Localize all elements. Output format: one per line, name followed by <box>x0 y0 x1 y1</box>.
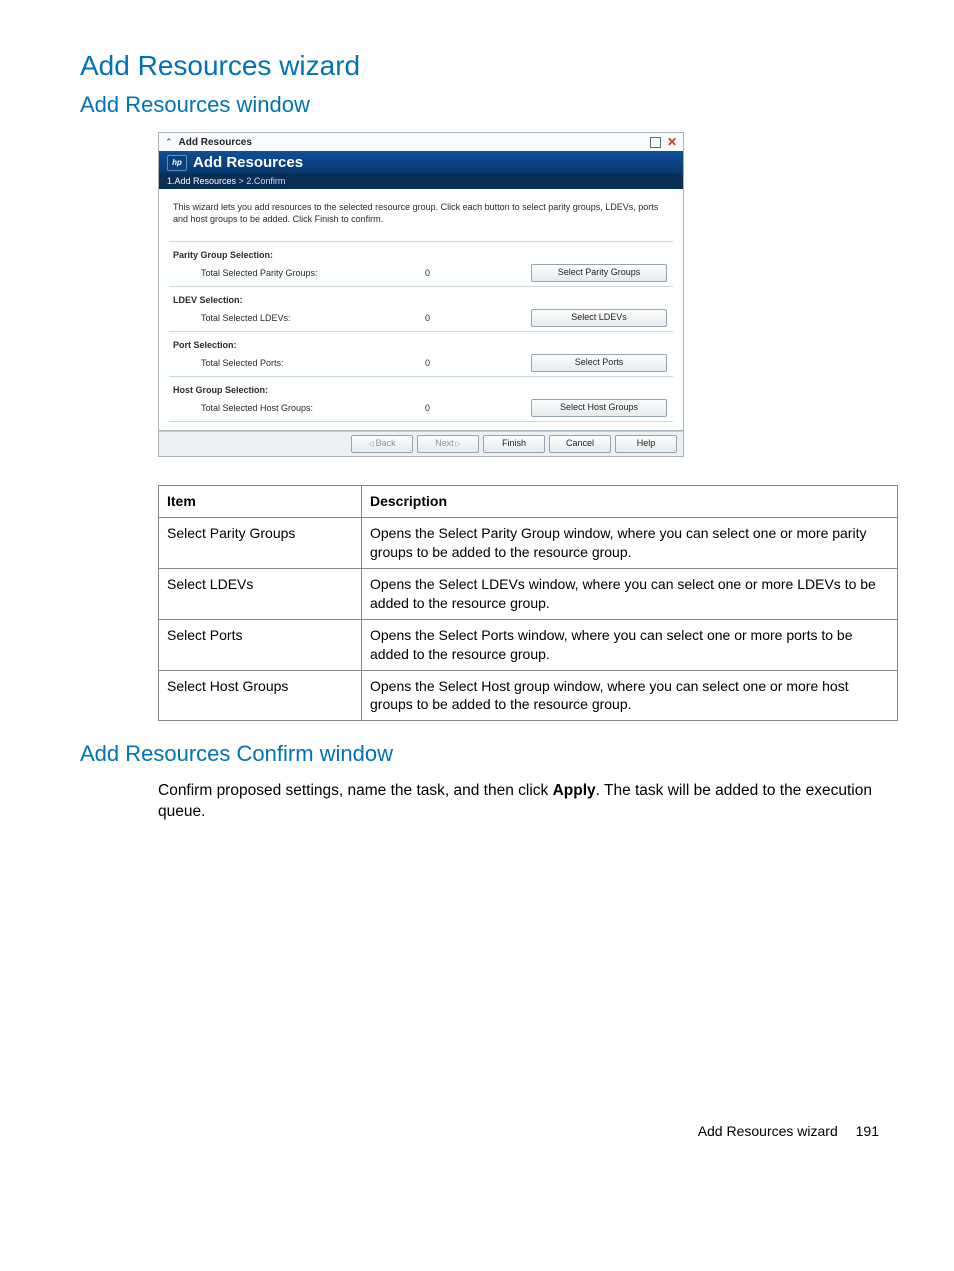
total-value: 0 <box>425 358 505 368</box>
section-port: Port Selection: Select Ports Total Selec… <box>169 331 673 376</box>
step-bar: 1.Add Resources > 2.Confirm <box>158 173 684 189</box>
page-footer: Add Resources wizard 191 <box>80 1123 879 1139</box>
footer-page-number: 191 <box>856 1123 879 1139</box>
total-label: Total Selected LDEVs: <box>173 313 425 323</box>
heading-wizard: Add Resources wizard <box>80 50 879 82</box>
section-ldev: LDEV Selection: Select LDEVs Total Selec… <box>169 286 673 331</box>
close-icon[interactable]: ✕ <box>667 136 677 148</box>
cell-desc: Opens the Select LDEVs window, where you… <box>362 568 898 619</box>
table-row: Select Ports Opens the Select Ports wind… <box>159 619 898 670</box>
select-host-groups-button[interactable]: Select Host Groups <box>531 399 667 417</box>
window-title: Add Resources <box>179 137 650 148</box>
table-row: Select LDEVs Opens the Select LDEVs wind… <box>159 568 898 619</box>
cell-item: Select Ports <box>159 619 362 670</box>
wizard-footer: Back Next Finish Cancel Help <box>158 431 684 457</box>
total-label: Total Selected Ports: <box>173 358 425 368</box>
window-header-title: Add Resources <box>193 154 303 171</box>
footer-label: Add Resources wizard <box>698 1123 838 1139</box>
cell-item: Select Parity Groups <box>159 518 362 569</box>
section-parity: Parity Group Selection: Select Parity Gr… <box>169 241 673 286</box>
wizard-screenshot: ⌃ Add Resources ✕ hp Add Resources 1.Add… <box>158 132 684 457</box>
total-value: 0 <box>425 403 505 413</box>
window-body: This wizard lets you add resources to th… <box>158 189 684 431</box>
section-title: Host Group Selection: <box>173 385 669 395</box>
select-ldevs-button[interactable]: Select LDEVs <box>531 309 667 327</box>
back-button[interactable]: Back <box>351 435 413 453</box>
confirm-pre: Confirm proposed settings, name the task… <box>158 782 553 799</box>
th-desc: Description <box>362 486 898 518</box>
section-title: LDEV Selection: <box>173 295 669 305</box>
step-sep: > <box>236 176 246 186</box>
total-value: 0 <box>425 313 505 323</box>
select-parity-groups-button[interactable]: Select Parity Groups <box>531 264 667 282</box>
maximize-icon[interactable] <box>650 137 661 148</box>
confirm-paragraph: Confirm proposed settings, name the task… <box>158 781 898 823</box>
cancel-button[interactable]: Cancel <box>549 435 611 453</box>
table-row: Select Parity Groups Opens the Select Pa… <box>159 518 898 569</box>
table-row: Select Host Groups Opens the Select Host… <box>159 670 898 721</box>
cell-item: Select Host Groups <box>159 670 362 721</box>
section-title: Port Selection: <box>173 340 669 350</box>
select-ports-button[interactable]: Select Ports <box>531 354 667 372</box>
step-2: 2.Confirm <box>246 176 285 186</box>
hp-logo-icon: hp <box>167 155 187 171</box>
finish-button[interactable]: Finish <box>483 435 545 453</box>
next-button[interactable]: Next <box>417 435 479 453</box>
help-button[interactable]: Help <box>615 435 677 453</box>
step-1: 1.Add Resources <box>167 176 236 186</box>
total-label: Total Selected Parity Groups: <box>173 268 425 278</box>
total-value: 0 <box>425 268 505 278</box>
window-header: hp Add Resources <box>158 151 684 173</box>
heading-window: Add Resources window <box>80 92 879 118</box>
th-item: Item <box>159 486 362 518</box>
cell-desc: Opens the Select Parity Group window, wh… <box>362 518 898 569</box>
heading-confirm: Add Resources Confirm window <box>80 741 879 767</box>
cell-desc: Opens the Select Ports window, where you… <box>362 619 898 670</box>
cell-item: Select LDEVs <box>159 568 362 619</box>
section-hostgroup: Host Group Selection: Select Host Groups… <box>169 376 673 422</box>
collapse-icon[interactable]: ⌃ <box>165 137 173 148</box>
confirm-bold: Apply <box>553 782 596 799</box>
description-table: Item Description Select Parity Groups Op… <box>158 485 898 721</box>
intro-text: This wizard lets you add resources to th… <box>173 201 669 225</box>
cell-desc: Opens the Select Host group window, wher… <box>362 670 898 721</box>
section-title: Parity Group Selection: <box>173 250 669 260</box>
total-label: Total Selected Host Groups: <box>173 403 425 413</box>
window-titlebar: ⌃ Add Resources ✕ <box>158 132 684 151</box>
